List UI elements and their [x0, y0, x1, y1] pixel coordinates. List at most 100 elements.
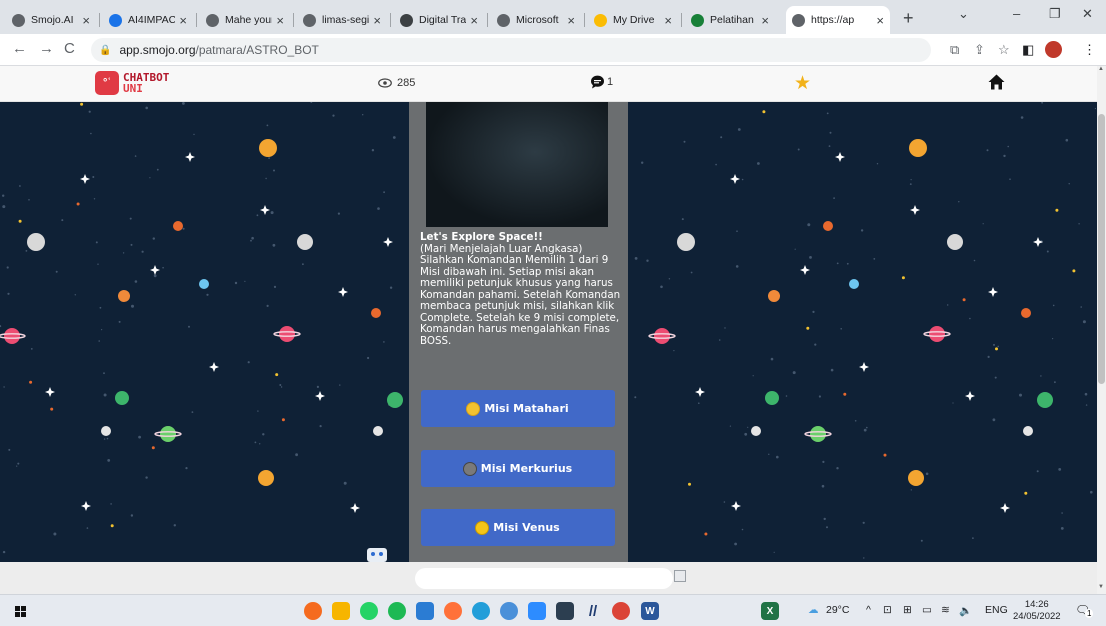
star-dot: [130, 514, 134, 517]
tab-close-icon[interactable]: ×: [82, 13, 90, 28]
url-path: /patmara/ASTRO_BOT: [195, 43, 319, 57]
misi-venus-button[interactable]: Misi Venus: [421, 509, 615, 546]
app-icon-8[interactable]: [500, 602, 518, 620]
file-explorer-icon[interactable]: [332, 602, 350, 620]
app-icon-11[interactable]: //: [584, 602, 602, 620]
address-bar: ← → C 🔒 app.smojo.org/patmara/ASTRO_BOT …: [0, 34, 1106, 66]
star-dot: [821, 484, 825, 488]
minimize-icon[interactable]: –: [1013, 6, 1020, 21]
excel-icon[interactable]: X: [761, 602, 779, 620]
browser-tab[interactable]: https://ap ×: [786, 6, 890, 34]
tab-close-icon[interactable]: ×: [876, 13, 884, 28]
sidepanel-icon[interactable]: ◧: [1022, 42, 1034, 58]
whatsapp-icon[interactable]: [360, 602, 378, 620]
browser-tab[interactable]: AI4IMPACT×: [103, 6, 193, 34]
tab-close-icon[interactable]: ×: [470, 13, 478, 28]
comments-counter[interactable]: 1: [590, 75, 613, 89]
reload-icon[interactable]: C: [64, 40, 75, 57]
star-dot: [244, 280, 246, 282]
star-dot: [8, 448, 11, 451]
spotify-icon[interactable]: [388, 602, 406, 620]
tab-close-icon[interactable]: ×: [664, 13, 672, 28]
chat-input[interactable]: [415, 568, 673, 589]
star-dot: [107, 459, 111, 462]
star-dot: [833, 197, 835, 199]
weather-temp[interactable]: 29°C: [826, 604, 849, 616]
tab-close-icon[interactable]: ×: [761, 13, 769, 28]
url-field[interactable]: 🔒 app.smojo.org/patmara/ASTRO_BOT: [91, 38, 931, 62]
misi-matahari-button[interactable]: Misi Matahari: [421, 390, 615, 427]
new-tab-icon[interactable]: +: [903, 8, 914, 29]
scrollbar-thumb[interactable]: [1098, 114, 1105, 384]
star-dot: [134, 280, 138, 283]
star-dot: [97, 263, 99, 265]
profile-avatar[interactable]: [1045, 41, 1062, 58]
battery-icon[interactable]: ▭: [922, 604, 932, 616]
planet-icon: [101, 426, 111, 436]
browser-tab[interactable]: My Drive ×: [588, 6, 678, 34]
url-host: app.smojo.org: [119, 43, 196, 57]
chevron-down-icon[interactable]: ⌄: [958, 6, 969, 22]
firefox-icon[interactable]: [444, 602, 462, 620]
tab-close-icon[interactable]: ×: [179, 13, 187, 28]
star-dot: [17, 462, 20, 465]
app-icon-5[interactable]: [416, 602, 434, 620]
bookmark-star-icon[interactable]: ☆: [998, 42, 1010, 58]
star-dot: [826, 112, 829, 115]
star-dot: [720, 136, 723, 139]
sparkle-star-icon: [695, 387, 705, 397]
tab-close-icon[interactable]: ×: [276, 13, 284, 28]
star-dot: [952, 402, 954, 404]
tab-close-icon[interactable]: ×: [373, 13, 381, 28]
restore-icon[interactable]: ❐: [1049, 6, 1061, 22]
browser-tab[interactable]: Digital Tra ×: [394, 6, 484, 34]
volume-icon[interactable]: 🔈: [959, 604, 972, 617]
misi-merkurius-button[interactable]: Misi Merkurius: [421, 450, 615, 487]
tab-close-icon[interactable]: ×: [567, 13, 575, 28]
wifi-icon[interactable]: ≋: [941, 604, 950, 616]
translate-icon[interactable]: ⧉: [950, 42, 959, 58]
clock[interactable]: 14:26 24/05/2022: [1013, 599, 1061, 623]
browser-tab[interactable]: Mahe your ×: [200, 6, 290, 34]
star-dot: [698, 402, 700, 405]
favorite-star-icon[interactable]: ★: [794, 72, 811, 95]
star-dot: [103, 438, 106, 440]
star-dot: [2, 194, 5, 197]
word-icon[interactable]: W: [641, 602, 659, 620]
browser-tab[interactable]: Microsoft ×: [491, 6, 581, 34]
star-dot: [88, 110, 91, 113]
share-icon[interactable]: ⇪: [974, 42, 985, 58]
zoom-icon[interactable]: [528, 602, 546, 620]
chatbot-uni-logo[interactable]: °ʿ CHATBOT UNI: [95, 71, 169, 95]
star-dot: [836, 467, 839, 470]
close-window-icon[interactable]: ✕: [1082, 6, 1093, 22]
home-icon[interactable]: [988, 74, 1005, 90]
tray-chevron-icon[interactable]: ^: [866, 604, 871, 616]
chrome-icon[interactable]: [612, 602, 630, 620]
windows-start-icon[interactable]: [15, 606, 26, 617]
menu-dots-icon[interactable]: ⋮: [1083, 42, 1096, 58]
browser-tab[interactable]: limas-segi ×: [297, 6, 387, 34]
tab-title: Pelatihan: [710, 14, 754, 26]
tray-icon-2[interactable]: ⊞: [903, 604, 912, 616]
mercury-icon: [463, 462, 476, 475]
site-header: °ʿ CHATBOT UNI 285 1 ★: [0, 66, 1097, 102]
back-arrow-icon[interactable]: ←: [12, 40, 27, 57]
language-indicator[interactable]: ENG: [985, 604, 1008, 616]
send-image-icon[interactable]: [674, 570, 686, 582]
star-dot: [792, 371, 796, 375]
app-icon-10[interactable]: [556, 602, 574, 620]
page-scrollbar[interactable]: ▲ ▼: [1097, 66, 1106, 594]
tray-icon-1[interactable]: ⊡: [883, 604, 892, 616]
telegram-icon[interactable]: [472, 602, 490, 620]
star-dot: [141, 250, 144, 253]
forward-arrow-icon[interactable]: →: [39, 40, 54, 57]
star-dot: [1009, 178, 1011, 180]
browser-tab[interactable]: Pelatihan ×: [685, 6, 775, 34]
browser-tab[interactable]: Smojo.AI ×: [6, 6, 96, 34]
star-dot: [273, 285, 277, 288]
scroll-down-arrow-icon[interactable]: ▼: [1098, 584, 1104, 590]
venus-icon: [476, 521, 489, 534]
scroll-up-arrow-icon[interactable]: ▲: [1098, 66, 1104, 72]
app-icon-1[interactable]: [304, 602, 322, 620]
